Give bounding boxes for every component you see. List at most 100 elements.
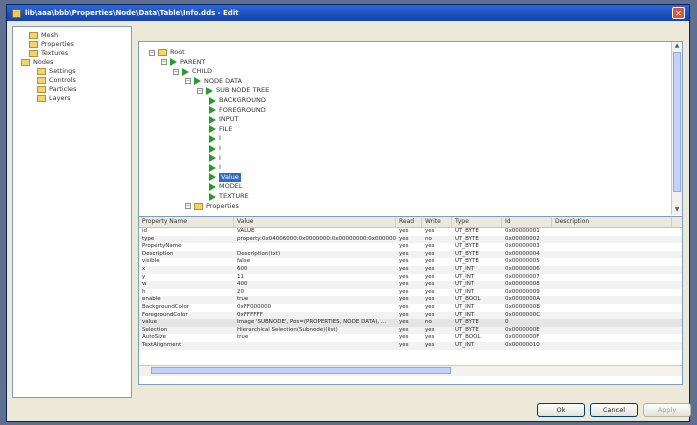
table-row[interactable]: type property:0x04006000:0x0000000:0x0000…: [139, 235, 682, 244]
tree-node[interactable]: − NODE DATA: [185, 77, 242, 86]
play-arrow-icon: [209, 154, 216, 163]
tree-node[interactable]: Value: [209, 172, 241, 182]
play-arrow-icon: [209, 192, 216, 201]
table-cell: 0x00000007: [505, 273, 540, 280]
left-tree-item-label: Nodes: [33, 58, 54, 66]
table-cell: yes: [399, 303, 409, 310]
cancel-button[interactable]: Cancel: [590, 403, 638, 417]
left-tree-item[interactable]: Mesh: [29, 31, 58, 40]
column-header[interactable]: Read: [396, 217, 422, 227]
scroll-thumb[interactable]: [673, 52, 681, 192]
left-tree-item-label: Properties: [41, 40, 74, 48]
table-cell: 0x00000005: [505, 258, 540, 265]
node-icon: [29, 41, 38, 48]
scroll-thumb[interactable]: [151, 367, 451, 374]
scroll-down-icon[interactable]: ▼: [672, 206, 682, 215]
tree-node[interactable]: BACKGROUND: [209, 96, 266, 105]
table-cell: yes: [399, 281, 409, 288]
apply-button[interactable]: Apply: [643, 403, 691, 417]
table-row[interactable]: BackgroundColor 0xFF000000 yes yes UT_INT 0x0…: [139, 303, 682, 312]
expand-toggle-icon[interactable]: −: [185, 78, 191, 85]
table-row[interactable]: ForegroundColor 0xFFFFFF yes yes UT_INT 0x000…: [139, 311, 682, 320]
app-icon: [12, 8, 21, 18]
tree-node[interactable]: FILE: [209, 125, 232, 134]
left-tree-item[interactable]: Settings: [37, 67, 76, 76]
table-row[interactable]: value Image 'SUBNODE', Pos=(PROPERTIES, N…: [139, 319, 682, 327]
expand-toggle-icon[interactable]: −: [149, 49, 155, 56]
tree-node[interactable]: FOREGROUND: [209, 106, 266, 115]
table-row[interactable]: enable true yes yes UT_BOOL 0x0000000A: [139, 296, 682, 304]
tree-node[interactable]: − PARENT: [161, 58, 205, 67]
table-cell: 0x00000001: [505, 228, 540, 234]
column-header[interactable]: Description: [552, 217, 672, 227]
table-cell: 0: [505, 319, 509, 326]
left-tree-item[interactable]: Nodes: [21, 58, 53, 67]
table-cell: BackgroundColor: [142, 303, 190, 310]
table-cell: yes: [425, 258, 435, 265]
tree-node[interactable]: MODEL: [209, 182, 242, 191]
table-row[interactable]: AutoSize true yes yes UT_BOOL 0x0000000F: [139, 334, 682, 342]
table-row[interactable]: visible false yes yes UT_BYTE 0x00000005: [139, 258, 682, 266]
tree-node[interactable]: I: [209, 154, 221, 163]
folder-icon: [158, 49, 167, 56]
table-cell: [552, 251, 672, 259]
tree-node-label: Properties: [206, 201, 239, 210]
table-cell: h: [142, 288, 146, 295]
column-header[interactable]: Property Name: [139, 217, 234, 227]
column-header[interactable]: Id: [502, 217, 552, 227]
tree-node[interactable]: TEXTURE: [209, 192, 249, 201]
left-tree-item[interactable]: Layers: [37, 94, 71, 103]
table-row[interactable]: id VALUE yes yes UT_BYTE 0x00000001: [139, 228, 682, 236]
tree-node[interactable]: − SUB NODE TREE: [197, 86, 269, 95]
table-horizontal-scrollbar[interactable]: [139, 365, 682, 376]
table-cell: UT_BOOL: [455, 334, 481, 341]
column-header[interactable]: Write: [422, 217, 452, 227]
table-cell: y: [142, 273, 146, 280]
tree-node[interactable]: I: [209, 163, 221, 172]
table-row[interactable]: Description Description(txt) yes yes UT_BYTE…: [139, 250, 682, 259]
expand-toggle-icon[interactable]: −: [173, 68, 179, 75]
table-row[interactable]: PropertyName yes yes UT_BYTE 0x00000003: [139, 243, 682, 251]
left-tree-item-label: Particles: [49, 85, 77, 93]
table-cell: 0x00000006: [505, 265, 540, 272]
tree-node-label: NODE DATA: [204, 76, 242, 85]
tree-node[interactable]: INPUT: [209, 115, 238, 124]
column-header[interactable]: Value: [234, 217, 396, 227]
left-tree-item-label: Controls: [49, 76, 76, 84]
title-bar[interactable]: lib\aaa\bbb\Properties\Node\Data\Table\I…: [7, 5, 689, 21]
left-tree-item[interactable]: Properties: [29, 40, 74, 49]
tree-node[interactable]: I: [209, 144, 221, 153]
table-cell: 0x00000008: [505, 281, 540, 288]
left-tree-item[interactable]: Textures: [29, 49, 68, 58]
property-table: Property Name Value Read Write Type Id Descrip…: [139, 216, 682, 376]
table-cell: yes: [425, 281, 435, 288]
table-row[interactable]: Selection Hierarchical Selection(Subnode)…: [139, 326, 682, 335]
play-arrow-icon: [182, 67, 189, 76]
tree-node[interactable]: − Properties: [185, 202, 239, 211]
table-row[interactable]: TextAlignment yes yes UT_INT 0x00000010: [139, 341, 682, 350]
table-cell: type: [142, 235, 155, 242]
tree-node[interactable]: − Root: [149, 48, 185, 57]
left-tree-item[interactable]: Particles: [37, 85, 76, 94]
tree-node[interactable]: I: [209, 134, 221, 143]
ok-button[interactable]: Ok: [537, 403, 585, 417]
table-cell: yes: [425, 334, 435, 341]
column-header[interactable]: Type: [452, 217, 502, 227]
close-button[interactable]: ✕: [672, 7, 685, 19]
expand-toggle-icon[interactable]: −: [185, 203, 191, 210]
table-cell: false: [237, 258, 251, 265]
tree-node[interactable]: − CHILD: [173, 67, 212, 76]
tree-node-label: BACKGROUND: [219, 96, 266, 104]
expand-toggle-icon[interactable]: −: [161, 59, 167, 66]
tree-node-label: I: [219, 163, 221, 172]
table-row[interactable]: x 600 yes yes UT_INT 0x00000006: [139, 265, 682, 274]
table-row[interactable]: w 400 yes yes UT_INT 0x00000008: [139, 281, 682, 289]
table-cell: 0x00000010: [505, 341, 540, 348]
scroll-up-icon[interactable]: ▲: [672, 42, 682, 51]
expand-toggle-icon[interactable]: −: [197, 87, 203, 94]
table-cell: yes: [425, 296, 435, 303]
table-row[interactable]: y 11 yes yes UT_INT 0x00000007: [139, 273, 682, 282]
left-tree-item[interactable]: Controls: [37, 76, 76, 85]
tree-vertical-scrollbar[interactable]: ▲ ▼: [671, 42, 682, 215]
table-row[interactable]: h 20 yes yes UT_INT 0x00000009: [139, 288, 682, 297]
